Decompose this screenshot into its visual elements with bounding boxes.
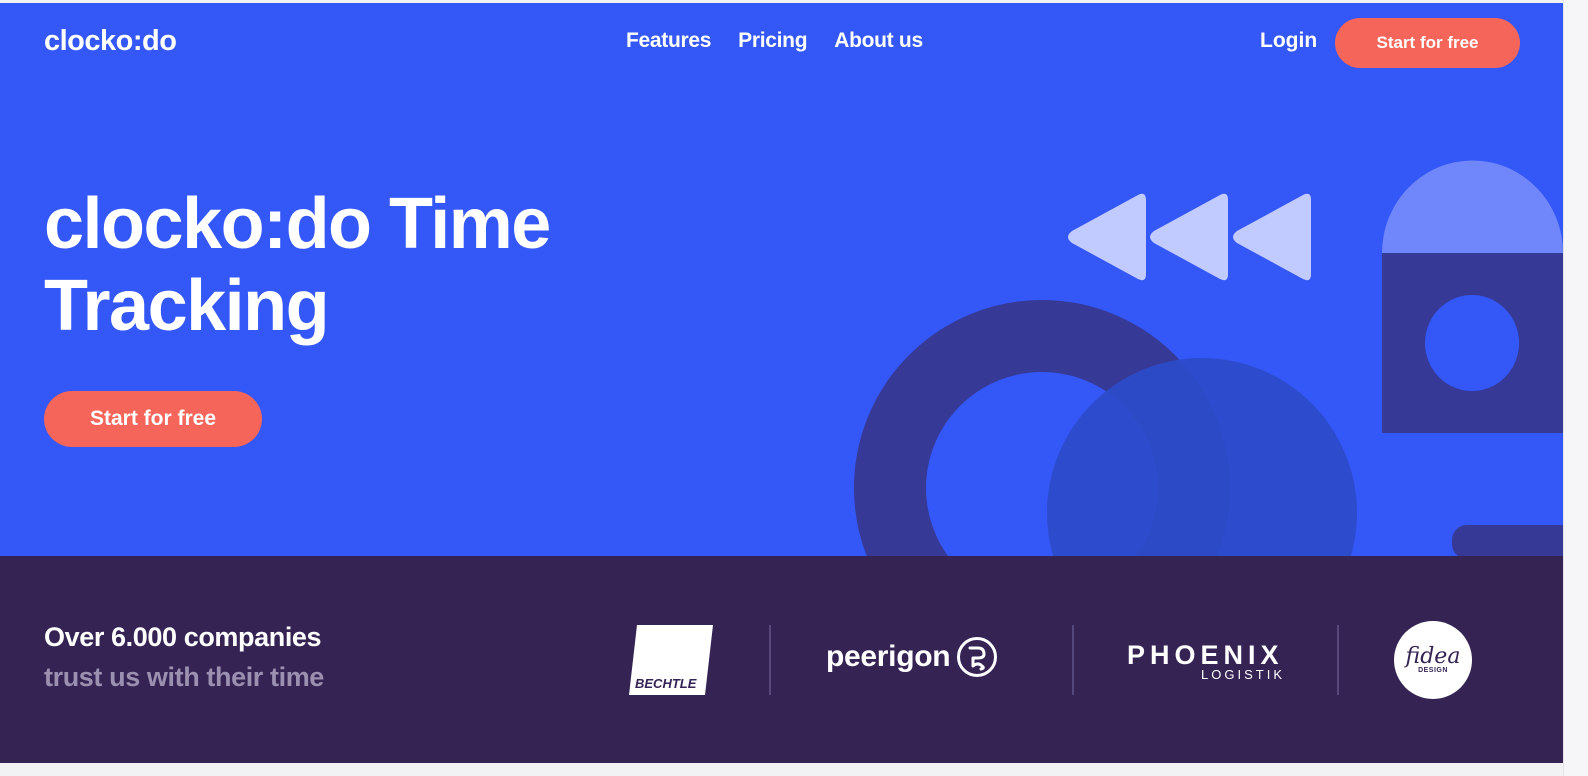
peerigon-logo: peerigon [826,636,998,678]
bechtle-logo: BECHTLE [629,625,713,695]
trust-headline: Over 6.000 companies [44,622,322,652]
scrollbar[interactable] [1563,0,1588,776]
nav-item-features[interactable]: Features [626,29,711,53]
arch-shape [1382,160,1563,253]
nav-item-about-us[interactable]: About us [834,29,923,53]
logo[interactable]: clocko:do [44,25,177,58]
hero-section: clocko:do Features Pricing About us Logi… [0,3,1563,556]
logo-divider [1337,625,1339,695]
trust-subline: trust us with their time [44,662,324,692]
rewind-icon [1068,193,1311,281]
login-link[interactable]: Login [1260,29,1317,53]
bechtle-logo-text: BECHTLE [635,676,697,691]
trust-section: Over 6.000 companies trust us with their… [0,556,1563,763]
peerigon-mark-icon [957,637,998,677]
square-shape [1382,253,1563,433]
fidea-design-logo: fidea DESIGN [1394,621,1472,699]
nav-item-pricing[interactable]: Pricing [738,29,807,53]
page-title: clocko:do Time Tracking [44,184,551,346]
fidea-logo-subtitle: DESIGN [1418,666,1448,674]
phoenix-logo-subtitle: LOGISTIK [1201,667,1285,682]
landing-page: clocko:do Features Pricing About us Logi… [0,3,1563,763]
circle-shape [1047,358,1357,556]
logo-divider [769,625,771,695]
phoenix-logistik-logo: PHOENIX LOGISTIK [1127,640,1287,682]
logo-divider [1072,625,1074,695]
main-nav: Features Pricing About us [626,29,923,53]
start-for-free-hero-button[interactable]: Start for free [44,391,262,447]
peerigon-logo-text: peerigon [826,640,951,673]
start-for-free-nav-button[interactable]: Start for free [1335,18,1520,68]
pill-shape [1452,525,1563,556]
fidea-logo-text: fidea [1405,643,1461,669]
